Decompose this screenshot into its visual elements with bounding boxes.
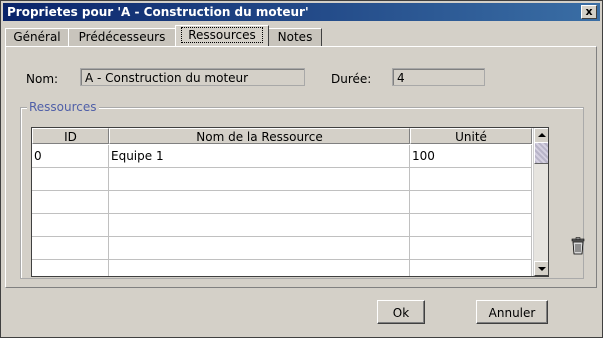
window-title: Proprietes pour 'A - Construction du mot… bbox=[7, 5, 309, 19]
cell-id[interactable] bbox=[32, 214, 109, 237]
name-label: Nom: bbox=[26, 72, 59, 86]
scroll-down-button[interactable] bbox=[534, 261, 548, 276]
column-header-resource-name[interactable]: Nom de la Ressource bbox=[109, 128, 410, 144]
table-header: ID Nom de la Ressource Unité bbox=[32, 128, 532, 145]
cell-id[interactable] bbox=[32, 260, 109, 276]
tab-notes-label: Notes bbox=[277, 30, 313, 44]
cell-resource-name[interactable] bbox=[109, 214, 410, 237]
close-button[interactable]: x bbox=[581, 5, 597, 19]
table-row[interactable] bbox=[32, 191, 532, 214]
trash-icon bbox=[571, 237, 585, 255]
table-row[interactable]: 0 Equipe 1 100 bbox=[32, 145, 532, 168]
duration-label: Durée: bbox=[331, 72, 372, 86]
cell-id[interactable] bbox=[32, 168, 109, 191]
cell-resource-name[interactable] bbox=[109, 237, 410, 260]
title-bar[interactable]: Proprietes pour 'A - Construction du mot… bbox=[3, 3, 600, 21]
column-header-unit[interactable]: Unité bbox=[410, 128, 532, 144]
name-field[interactable]: A - Construction du moteur bbox=[80, 68, 305, 86]
cell-resource-name[interactable] bbox=[109, 260, 410, 276]
cell-resource-name[interactable] bbox=[109, 168, 410, 191]
table-row[interactable] bbox=[32, 168, 532, 191]
tab-notes[interactable]: Notes bbox=[268, 28, 322, 46]
table-row[interactable] bbox=[32, 214, 532, 237]
ok-button[interactable]: Ok bbox=[377, 300, 425, 324]
delete-resource-button[interactable] bbox=[569, 237, 587, 257]
table-row[interactable] bbox=[32, 237, 532, 260]
cell-unit[interactable] bbox=[410, 260, 532, 276]
resources-panel: Nom: A - Construction du moteur Durée: 4… bbox=[5, 46, 597, 288]
cell-resource-name[interactable]: Equipe 1 bbox=[109, 145, 410, 168]
resources-group-title: Ressources bbox=[27, 100, 99, 114]
cell-unit[interactable]: 100 bbox=[410, 145, 532, 168]
tab-general[interactable]: Général bbox=[5, 28, 69, 46]
duration-field[interactable]: 4 bbox=[392, 68, 485, 86]
arrow-down-icon bbox=[538, 267, 546, 271]
cell-unit[interactable] bbox=[410, 191, 532, 214]
scroll-thumb[interactable] bbox=[534, 142, 548, 164]
resources-table: ID Nom de la Ressource Unité 0 Equipe 1 … bbox=[31, 127, 549, 277]
cell-unit[interactable] bbox=[410, 214, 532, 237]
resources-group: Ressources ID Nom de la Ressource Unité … bbox=[20, 100, 587, 279]
cell-id[interactable]: 0 bbox=[32, 145, 109, 168]
scroll-up-button[interactable] bbox=[534, 128, 548, 143]
arrow-up-icon bbox=[538, 133, 546, 137]
vertical-scrollbar[interactable] bbox=[533, 128, 548, 276]
column-header-id[interactable]: ID bbox=[32, 128, 109, 144]
tab-resources[interactable]: Ressources bbox=[175, 25, 269, 46]
tab-predecessors-label: Prédécesseurs bbox=[78, 30, 166, 44]
properties-dialog: Proprietes pour 'A - Construction du mot… bbox=[0, 0, 603, 338]
tab-general-label: Général bbox=[13, 30, 61, 44]
cell-resource-name[interactable] bbox=[109, 191, 410, 214]
cell-unit[interactable] bbox=[410, 237, 532, 260]
cell-unit[interactable] bbox=[410, 168, 532, 191]
close-icon: x bbox=[585, 5, 593, 18]
cell-id[interactable] bbox=[32, 191, 109, 214]
tab-predecessors[interactable]: Prédécesseurs bbox=[68, 28, 176, 46]
cell-id[interactable] bbox=[32, 237, 109, 260]
table-row[interactable] bbox=[32, 260, 532, 276]
tab-resources-label: Ressources bbox=[181, 27, 263, 43]
cancel-button[interactable]: Annuler bbox=[476, 300, 548, 324]
